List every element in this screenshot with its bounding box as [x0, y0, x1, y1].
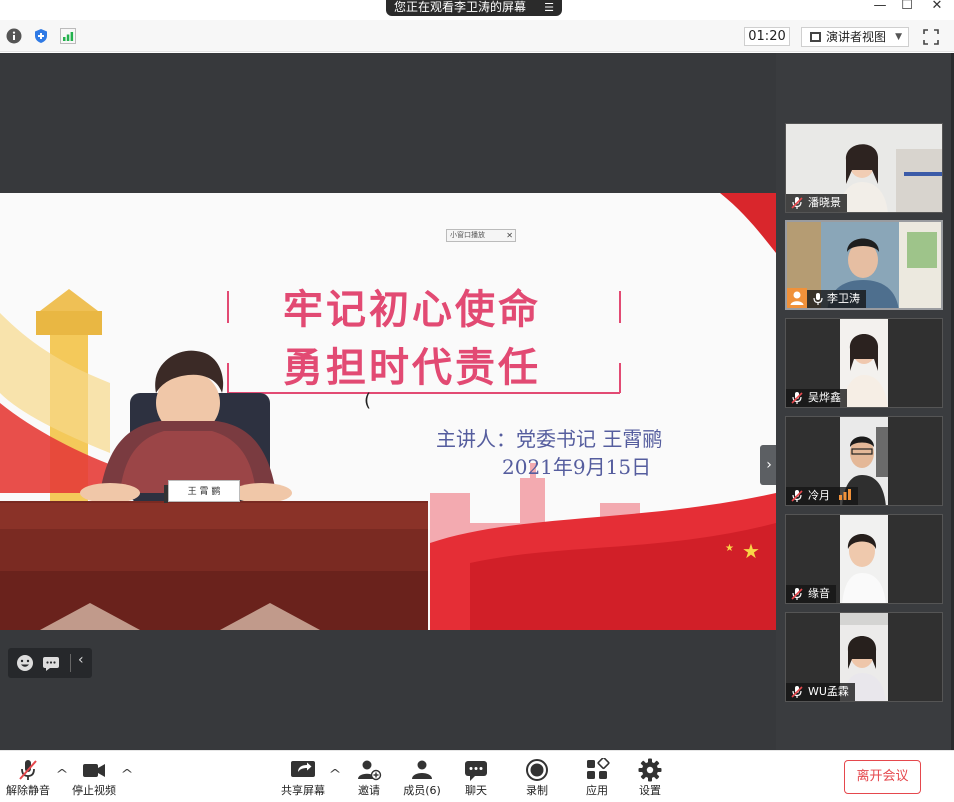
signal-bars-icon: [838, 489, 851, 500]
fullscreen-icon[interactable]: [922, 28, 940, 46]
participant-name: WU孟霖: [808, 685, 849, 698]
audio-options-chevron-up-icon[interactable]: ^: [55, 767, 68, 781]
participant-label: 缘音: [786, 585, 836, 603]
participant-name: 冷月: [808, 489, 830, 502]
settings-button[interactable]: 设置: [631, 751, 669, 802]
participants-label: 成员(6): [403, 784, 441, 797]
muted-mic-icon: [791, 392, 803, 404]
participant-name: 缘音: [808, 587, 830, 600]
shared-screen-area: ★ ★ 小窗口播放 ✕ 牢记初心使命 勇担时代责任 主讲人：党委书记 王霄鹂 2…: [0, 53, 778, 750]
info-icon[interactable]: [6, 28, 22, 44]
apps-icon: [587, 758, 610, 779]
comment-icon[interactable]: [42, 654, 60, 672]
stop-video-button[interactable]: 停止视频: [68, 751, 120, 802]
participant-name: 潘晓景: [808, 196, 841, 209]
slide-title-line1: 牢记初心使命: [283, 286, 541, 333]
slide-background-illustration: ★ ★: [0, 193, 776, 630]
share-options-icon[interactable]: ☰: [544, 0, 554, 15]
add-user-icon: [358, 760, 382, 781]
participant-gallery: 潘晓景 李卫涛 吴烨鑫 冷月 缘音 WU孟霖: [776, 53, 954, 750]
record-label: 录制: [526, 784, 548, 797]
screen-share-notice-text: 您正在观看李卫涛的屏幕: [394, 0, 527, 14]
user-icon: [790, 291, 804, 305]
share-options-chevron-up-icon[interactable]: ^: [328, 767, 341, 781]
mini-window-badge[interactable]: 小窗口播放 ✕: [446, 229, 516, 242]
participant-label: 冷月: [786, 487, 858, 505]
emoji-reaction-icon[interactable]: [16, 654, 34, 672]
record-button[interactable]: 录制: [518, 751, 556, 802]
meeting-controls: 解除静音 ^ 停止视频 ^ 共享屏幕 ^ 邀请 成员(6) 聊天 录制 应用 设…: [0, 750, 954, 802]
apps-label: 应用: [586, 784, 608, 797]
participant-name: 吴烨鑫: [808, 391, 841, 404]
video-options-chevron-up-icon[interactable]: ^: [120, 767, 133, 781]
video-tile[interactable]: 潘晓景: [785, 123, 943, 213]
meeting-timer: 01:20: [744, 27, 790, 46]
slide-date-line: 2021年9月15日: [502, 455, 652, 479]
close-icon[interactable]: ✕: [506, 230, 513, 241]
chevron-down-icon: ▼: [895, 32, 902, 42]
security-shield-icon[interactable]: [33, 28, 49, 44]
participant-label: 李卫涛: [807, 290, 866, 308]
participants-button[interactable]: 成员(6): [400, 751, 444, 802]
share-screen-button[interactable]: 共享屏幕: [278, 751, 328, 802]
svg-text:★: ★: [725, 543, 734, 554]
chat-icon: [465, 761, 487, 781]
muted-mic-icon: [19, 760, 37, 780]
minimize-button[interactable]: —: [866, 0, 894, 14]
invite-label: 邀请: [358, 784, 380, 797]
participant-label: 潘晓景: [786, 194, 847, 212]
divider: [70, 654, 71, 672]
slide-speaker-line: 主讲人：党委书记 王霄鹂: [436, 427, 663, 451]
apps-button[interactable]: 应用: [578, 751, 616, 802]
muted-mic-icon: [791, 490, 803, 502]
gear-icon: [638, 758, 662, 782]
mini-window-badge-text: 小窗口播放: [450, 231, 485, 239]
speaker-nameplate: 王 霄 鹂: [168, 480, 240, 502]
participants-icon: [412, 760, 432, 779]
video-tile-active[interactable]: 李卫涛: [785, 220, 943, 310]
participant-name: 李卫涛: [827, 292, 860, 305]
signal-strength-icon[interactable]: [60, 28, 76, 44]
video-tile[interactable]: 吴烨鑫: [785, 318, 943, 408]
meeting-toolbar: 01:20 演讲者视图 ▼: [0, 20, 954, 52]
chat-button[interactable]: 聊天: [458, 751, 494, 802]
muted-mic-icon: [791, 686, 803, 698]
muted-mic-icon: [791, 197, 803, 209]
speaker-view-icon: [810, 32, 821, 42]
slide-title-line2: 勇担时代责任: [283, 344, 541, 391]
stop-video-label: 停止视频: [72, 784, 116, 797]
maximize-button[interactable]: ☐: [893, 0, 921, 14]
cursor-icon: (: [364, 390, 372, 411]
invite-button[interactable]: 邀请: [350, 751, 388, 802]
chevron-left-icon[interactable]: ‹: [78, 652, 84, 668]
leave-meeting-button[interactable]: 离开会议: [844, 760, 921, 794]
video-tile[interactable]: WU孟霖: [785, 612, 943, 702]
mic-icon: [813, 293, 823, 305]
shared-slide: ★ ★ 小窗口播放 ✕ 牢记初心使命 勇担时代责任 主讲人：党委书记 王霄鹂 2…: [0, 193, 776, 630]
video-tile[interactable]: 缘音: [785, 514, 943, 604]
chat-label: 聊天: [465, 784, 487, 797]
share-screen-label: 共享屏幕: [281, 784, 325, 797]
participant-label: 吴烨鑫: [786, 389, 847, 407]
svg-text:★: ★: [742, 539, 760, 563]
view-mode-dropdown[interactable]: 演讲者视图 ▼: [801, 27, 909, 47]
video-camera-icon: [83, 764, 105, 777]
record-icon: [526, 759, 548, 781]
view-mode-label: 演讲者视图: [826, 30, 887, 44]
unmute-button[interactable]: 解除静音: [2, 751, 54, 802]
unmute-label: 解除静音: [6, 784, 50, 797]
screen-share-notice[interactable]: 您正在观看李卫涛的屏幕 ☰: [386, 0, 562, 16]
host-badge: [787, 288, 807, 308]
participant-label: WU孟霖: [786, 683, 855, 701]
reaction-bar: ‹: [8, 648, 92, 678]
video-tile[interactable]: 冷月: [785, 416, 943, 506]
muted-mic-icon: [791, 588, 803, 600]
share-screen-icon: [291, 761, 315, 777]
title-bar: 您正在观看李卫涛的屏幕 ☰ — ☐ ✕: [0, 0, 954, 20]
close-window-button[interactable]: ✕: [923, 0, 951, 14]
settings-label: 设置: [639, 784, 661, 797]
